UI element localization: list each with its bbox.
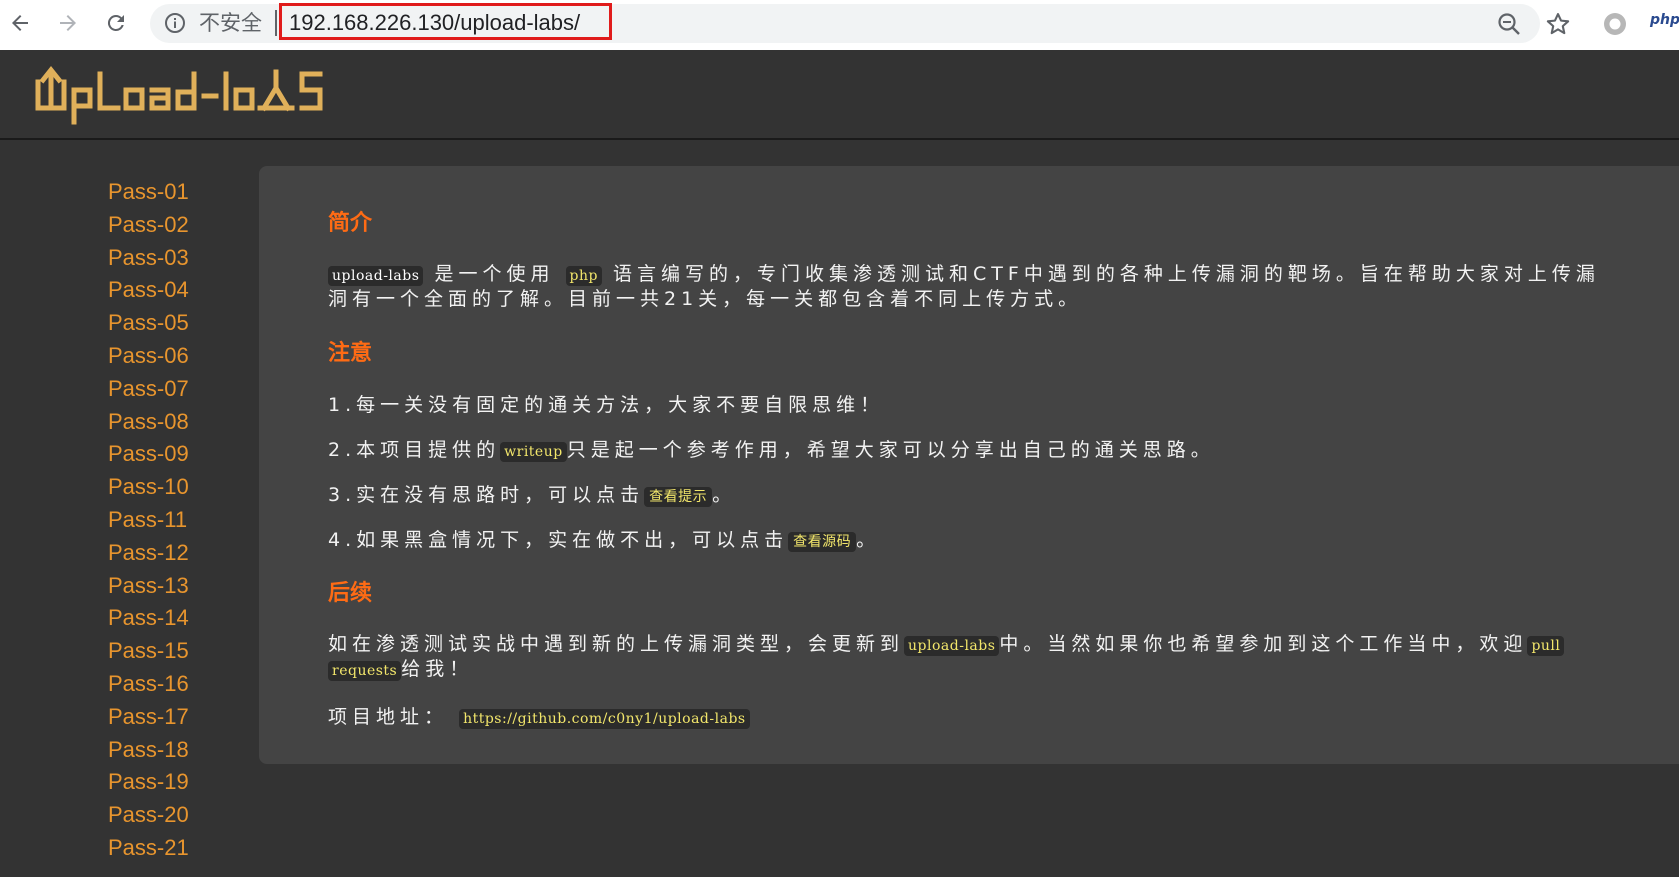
intro-text-a: 是一个使用 [434, 263, 555, 285]
followup-text-c: 给我！ [401, 658, 474, 680]
intro-line-2: 洞有一个全面的了解。目前一共21关，每一关都包含着不同上传方式。 [328, 288, 1083, 310]
info-icon[interactable] [164, 12, 186, 34]
sidebar-item-pass-16[interactable]: Pass-16 [108, 668, 238, 701]
intro-text-b: 语言编写的，专门收集渗透测试和CTF中遇到的各种上传漏洞的靶场。旨在帮助大家对上… [613, 263, 1600, 285]
sidebar-item-pass-19[interactable]: Pass-19 [108, 766, 238, 799]
note-4: 4.如果黑盒情况下，实在做不出，可以点击 查看源码。 [328, 528, 880, 555]
sidebar-item-pass-02[interactable]: Pass-02 [108, 209, 238, 242]
sidebar-item-pass-08[interactable]: Pass-08 [108, 406, 238, 439]
sidebar-item-pass-20[interactable]: Pass-20 [108, 799, 238, 832]
intro-line-1: upload-labs 是一个使用 php 语言编写的，专门收集渗透测试和CTF… [328, 262, 1600, 289]
sidebar-item-pass-15[interactable]: Pass-15 [108, 635, 238, 668]
note-2-text-b: 只是起一个参考作用，希望大家可以分享出自己的通关思路。 [566, 439, 1215, 461]
sidebar-item-pass-14[interactable]: Pass-14 [108, 602, 238, 635]
intro-title: 简介 [328, 211, 373, 236]
note-4-period: 。 [856, 529, 881, 551]
followup-text-a: 如在渗透测试实战中遇到新的上传漏洞类型，会更新到 [328, 633, 905, 655]
code-pull: pull [1527, 636, 1565, 656]
view-hint-button[interactable]: 查看提示 [644, 487, 713, 507]
sidebar-item-pass-18[interactable]: Pass-18 [108, 734, 238, 767]
url-text[interactable]: 192.168.226.130/upload-labs/ [289, 9, 580, 37]
code-upload-labs-2: upload-labs [904, 636, 1000, 656]
view-source-button[interactable]: 查看源码 [788, 532, 857, 552]
note-3: 3.实在没有思路时，可以点击 查看提示。 [328, 483, 736, 510]
url-divider [275, 10, 277, 36]
sidebar-item-pass-09[interactable]: Pass-09 [108, 438, 238, 471]
browser-toolbar: 不安全 192.168.226.130/upload-labs/ php [0, 0, 1679, 50]
back-button[interactable] [4, 7, 36, 39]
sidebar-item-pass-11[interactable]: Pass-11 [108, 504, 238, 537]
extension-circle-icon[interactable] [1601, 10, 1629, 38]
sidebar-item-pass-03[interactable]: Pass-03 [108, 242, 238, 275]
code-php: php [565, 266, 602, 286]
code-requests: requests [328, 661, 402, 681]
sidebar-item-pass-17[interactable]: Pass-17 [108, 701, 238, 734]
security-status-label: 不安全 [199, 11, 262, 35]
sidebar-item-pass-04[interactable]: Pass-04 [108, 274, 238, 307]
project-address: 项目地址： https://github.com/c0ny1/upload-la… [328, 705, 750, 732]
php-extension-icon[interactable]: php [1650, 12, 1679, 28]
note-4-text: 4.如果黑盒情况下，实在做不出，可以点击 [328, 529, 789, 551]
forward-arrow-icon [60, 15, 76, 31]
followup-line-1: 如在渗透测试实战中遇到新的上传漏洞类型，会更新到 upload-labs 中。当然如… [328, 632, 1565, 659]
sidebar-item-pass-01[interactable]: Pass-01 [108, 176, 238, 209]
code-upload-labs: upload-labs [328, 266, 424, 286]
reload-button[interactable] [100, 7, 132, 39]
project-address-label: 项目地址： [328, 706, 449, 728]
sidebar-item-pass-13[interactable]: Pass-13 [108, 570, 238, 603]
reload-icon [107, 14, 124, 31]
followup-title: 后续 [328, 581, 373, 606]
sidebar-item-pass-07[interactable]: Pass-07 [108, 373, 238, 406]
sidebar-item-pass-06[interactable]: Pass-06 [108, 340, 238, 373]
followup-line-2: requests 给我！ [328, 657, 473, 684]
bookmark-star-icon[interactable] [1544, 10, 1572, 38]
sidebar-item-pass-05[interactable]: Pass-05 [108, 307, 238, 340]
sidebar-item-pass-21[interactable]: Pass-21 [108, 832, 238, 865]
pass-sidebar: Pass-01 Pass-02 Pass-03 Pass-04 Pass-05 … [108, 176, 238, 865]
note-1: 1.每一关没有固定的通关方法，大家不要自限思维！ [328, 394, 885, 416]
zoom-out-icon[interactable] [1496, 11, 1522, 37]
note-3-period: 。 [712, 484, 737, 506]
project-address-link[interactable]: https://github.com/c0ny1/upload-labs [459, 709, 750, 729]
note-3-text: 3.实在没有思路时，可以点击 [328, 484, 645, 506]
note-2: 2.本项目提供的 writeup 只是起一个参考作用，希望大家可以分享出自己的通关思… [328, 438, 1215, 465]
note-2-text-a: 2.本项目提供的 [328, 439, 501, 461]
forward-button[interactable] [52, 7, 84, 39]
notes-title: 注意 [328, 341, 373, 366]
sidebar-item-pass-10[interactable]: Pass-10 [108, 471, 238, 504]
followup-text-b: 中。当然如果你也希望参加到这个工作当中，欢迎 [999, 633, 1528, 655]
code-writeup: writeup [500, 442, 567, 462]
upload-labs-logo [35, 65, 323, 125]
sidebar-item-pass-12[interactable]: Pass-12 [108, 537, 238, 570]
back-arrow-icon [12, 15, 28, 31]
